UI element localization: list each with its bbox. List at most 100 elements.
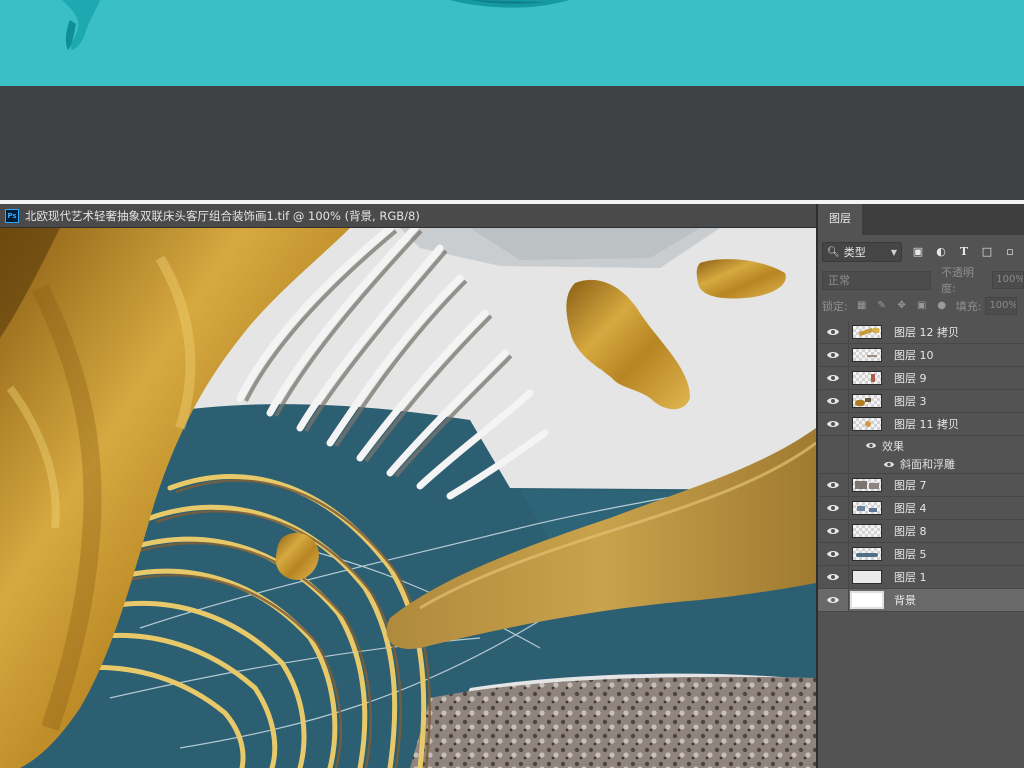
search-icon: 🔍︎ xyxy=(827,246,840,258)
blend-mode-select[interactable]: 正常 xyxy=(822,270,931,290)
adjustment-filter-icon[interactable]: ◐ xyxy=(934,245,948,259)
divider xyxy=(848,389,849,413)
layer-name: 图层 7 xyxy=(894,479,927,492)
lock-artboard-icon[interactable]: ▣ xyxy=(916,300,928,312)
eye-icon[interactable] xyxy=(818,497,848,520)
layer-effects-row[interactable]: 效果 xyxy=(818,436,1024,455)
divider xyxy=(848,588,849,612)
shape-filter-icon[interactable]: □ xyxy=(980,245,994,259)
layer-name: 图层 1 xyxy=(894,571,927,584)
layer-row[interactable]: 图层 3 xyxy=(818,389,1024,413)
photoshop-icon: Ps xyxy=(5,208,19,223)
layer-name: 图层 4 xyxy=(894,502,927,515)
lock-fill-row: 锁定: ▦ ✎ ✥ ▣ ● 填充: 100% xyxy=(822,296,1024,316)
effect-name: 斜面和浮雕 xyxy=(900,458,955,471)
divider xyxy=(848,542,849,566)
eye-icon[interactable] xyxy=(818,589,848,612)
layer-row[interactable]: 图层 5 xyxy=(818,542,1024,566)
tab-layers[interactable]: 图层 xyxy=(818,204,862,235)
eye-icon[interactable] xyxy=(818,566,848,589)
canvas-artwork xyxy=(0,228,816,768)
divider xyxy=(848,454,849,474)
divider xyxy=(848,565,849,589)
eye-icon[interactable] xyxy=(818,474,848,497)
layer-effect-item[interactable]: 斜面和浮雕 xyxy=(818,454,1024,474)
layer-row[interactable]: 图层 1 xyxy=(818,565,1024,589)
layer-row[interactable]: 图层 12 拷贝 xyxy=(818,320,1024,344)
fill-input[interactable]: 100% xyxy=(985,297,1018,315)
layer-thumbnail xyxy=(852,371,882,385)
opacity-input[interactable]: 100% xyxy=(992,271,1024,289)
divider xyxy=(848,343,849,367)
lock-label: 锁定: xyxy=(822,300,848,313)
lock-position-icon[interactable]: ✥ xyxy=(896,300,908,312)
layer-list: 图层 12 拷贝 图层 10 图层 9 图层 3 图层 11 拷贝 效果 斜面和… xyxy=(818,320,1024,612)
divider xyxy=(848,473,849,497)
document-tab[interactable]: Ps 北欧现代艺术轻奢抽象双联床头客厅组合装饰画1.tif @ 100% (背景… xyxy=(0,204,816,228)
divider xyxy=(848,320,849,344)
layer-name: 图层 5 xyxy=(894,548,927,561)
eye-icon[interactable] xyxy=(818,413,848,436)
layer-name: 图层 12 拷贝 xyxy=(894,326,959,339)
preview-dark-strip xyxy=(0,86,1024,200)
preview-teal-strip xyxy=(0,0,1024,86)
lock-transparent-icon[interactable]: ▦ xyxy=(856,300,868,312)
layer-thumbnail xyxy=(852,394,882,408)
teal-artwork xyxy=(62,0,570,50)
layer-name: 图层 3 xyxy=(894,395,927,408)
chevron-down-icon: ▼ xyxy=(890,247,897,257)
layers-panel: 图层 🔍︎ 类型 ▼ ▣ ◐ T □ ▫ 正常 不透明度: 100% 锁定: ▦… xyxy=(816,204,1024,768)
document-title: 北欧现代艺术轻奢抽象双联床头客厅组合装饰画1.tif @ 100% (背景, R… xyxy=(25,208,420,223)
divider xyxy=(848,519,849,543)
layer-thumbnail xyxy=(850,591,884,609)
layer-thumbnail xyxy=(852,570,882,584)
filter-kind-label: 类型 xyxy=(843,246,866,259)
filter-kind-select[interactable]: 🔍︎ 类型 ▼ xyxy=(822,242,902,262)
divider xyxy=(848,496,849,520)
layer-thumbnail xyxy=(852,501,882,515)
panel-tab-bar: 图层 xyxy=(818,204,1024,235)
divider xyxy=(848,366,849,390)
lock-all-icon[interactable]: ● xyxy=(936,300,948,312)
indent-guide xyxy=(818,455,848,474)
layer-thumbnail xyxy=(852,348,882,362)
layer-name: 图层 11 拷贝 xyxy=(894,418,959,431)
layer-name: 图层 9 xyxy=(894,372,927,385)
blend-opacity-row: 正常 不透明度: 100% xyxy=(822,266,1024,295)
layer-thumbnail xyxy=(852,325,882,339)
effects-label: 效果 xyxy=(882,439,904,453)
indent-guide xyxy=(818,436,848,455)
layer-name: 背景 xyxy=(894,594,916,607)
eye-icon[interactable] xyxy=(818,344,848,367)
layer-name: 图层 8 xyxy=(894,525,927,538)
eye-icon[interactable] xyxy=(818,321,848,344)
eye-icon[interactable] xyxy=(818,543,848,566)
layer-row[interactable]: 图层 4 xyxy=(818,496,1024,520)
divider xyxy=(848,436,849,455)
layer-row[interactable]: 图层 11 拷贝 xyxy=(818,412,1024,436)
layer-row[interactable]: 图层 9 xyxy=(818,366,1024,390)
layer-row-selected[interactable]: 背景 xyxy=(818,588,1024,612)
layer-thumbnail xyxy=(852,524,882,538)
image-filter-icon[interactable]: ▣ xyxy=(911,245,925,259)
opacity-label: 不透明度: xyxy=(941,266,974,295)
layer-thumbnail xyxy=(852,417,882,431)
eye-icon[interactable] xyxy=(818,520,848,543)
layer-row[interactable]: 图层 10 xyxy=(818,343,1024,367)
layer-thumbnail xyxy=(852,478,882,492)
smart-object-filter-icon[interactable]: ▫ xyxy=(1003,245,1017,259)
fill-label: 填充: xyxy=(955,300,982,313)
eye-icon[interactable] xyxy=(865,441,877,450)
layer-row[interactable]: 图层 8 xyxy=(818,519,1024,543)
layer-filter-row: 🔍︎ 类型 ▼ ▣ ◐ T □ ▫ xyxy=(822,241,1024,263)
layer-row[interactable]: 图层 7 xyxy=(818,473,1024,497)
layer-thumbnail xyxy=(852,547,882,561)
document-canvas[interactable] xyxy=(0,228,816,768)
eye-icon[interactable] xyxy=(818,390,848,413)
eye-icon[interactable] xyxy=(883,460,895,469)
lock-paint-icon[interactable]: ✎ xyxy=(876,300,888,312)
eye-icon[interactable] xyxy=(818,367,848,390)
layer-name: 图层 10 xyxy=(894,349,934,362)
type-filter-icon[interactable]: T xyxy=(957,245,971,259)
divider xyxy=(848,412,849,436)
